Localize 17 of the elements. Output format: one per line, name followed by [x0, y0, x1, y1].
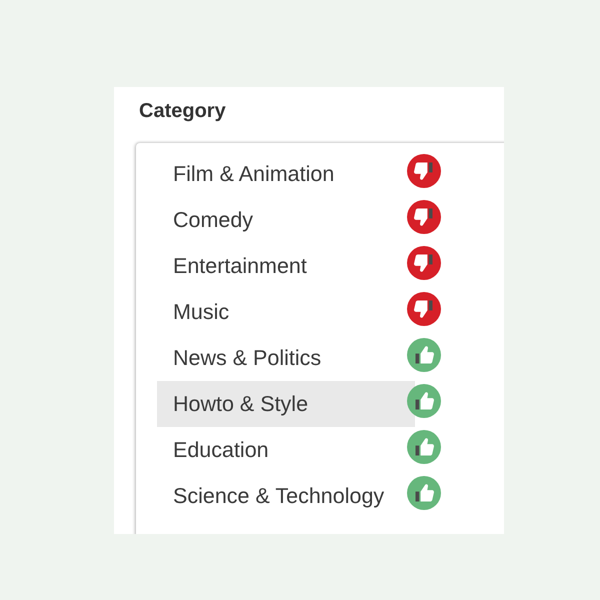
thumbs-down-icon [407, 292, 441, 326]
category-option[interactable]: Film & Animation [157, 151, 407, 197]
thumbs-down-icon [407, 246, 441, 280]
thumbs-up-icon [407, 338, 441, 372]
thumbs-up-icon [407, 384, 441, 418]
category-option[interactable]: Comedy [157, 197, 407, 243]
thumbs-down-icon [407, 200, 441, 234]
category-option[interactable]: Entertainment [157, 243, 407, 289]
category-option[interactable]: Education [157, 427, 407, 473]
category-option[interactable]: Science & Technology [157, 473, 407, 519]
category-option[interactable]: Howto & Style [157, 381, 415, 427]
thumbs-up-icon [407, 430, 441, 464]
category-option[interactable]: Music [157, 289, 407, 335]
thumbs-up-icon [407, 476, 441, 510]
category-option[interactable]: News & Politics [157, 335, 407, 381]
thumbs-down-icon [407, 154, 441, 188]
category-heading: Category [139, 99, 227, 123]
